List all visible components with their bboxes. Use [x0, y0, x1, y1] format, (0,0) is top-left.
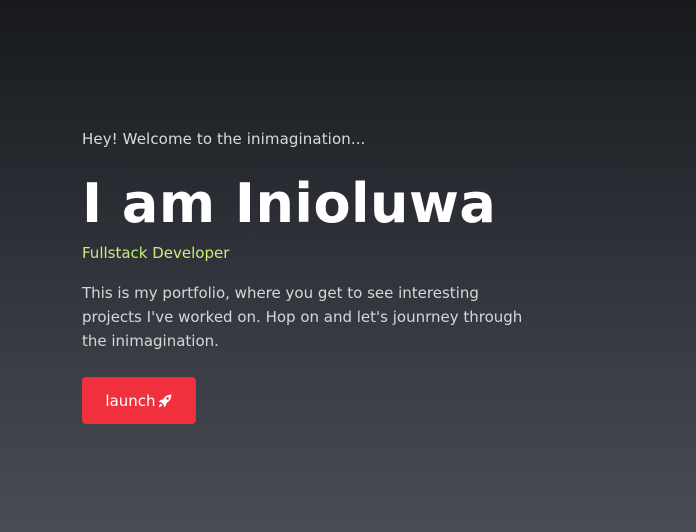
hero-section: Hey! Welcome to the inimagination... I a…: [82, 128, 562, 424]
hero-name-heading: I am Inioluwa: [82, 172, 497, 235]
greeting-text: Hey! Welcome to the inimagination...: [82, 130, 366, 148]
launch-button-label: launch: [105, 391, 156, 410]
launch-button[interactable]: launch: [82, 377, 196, 424]
rocket-icon: [157, 393, 173, 409]
role-subtitle: Fullstack Developer: [82, 244, 230, 262]
bio-text: This is my portfolio, where you get to s…: [82, 284, 523, 350]
